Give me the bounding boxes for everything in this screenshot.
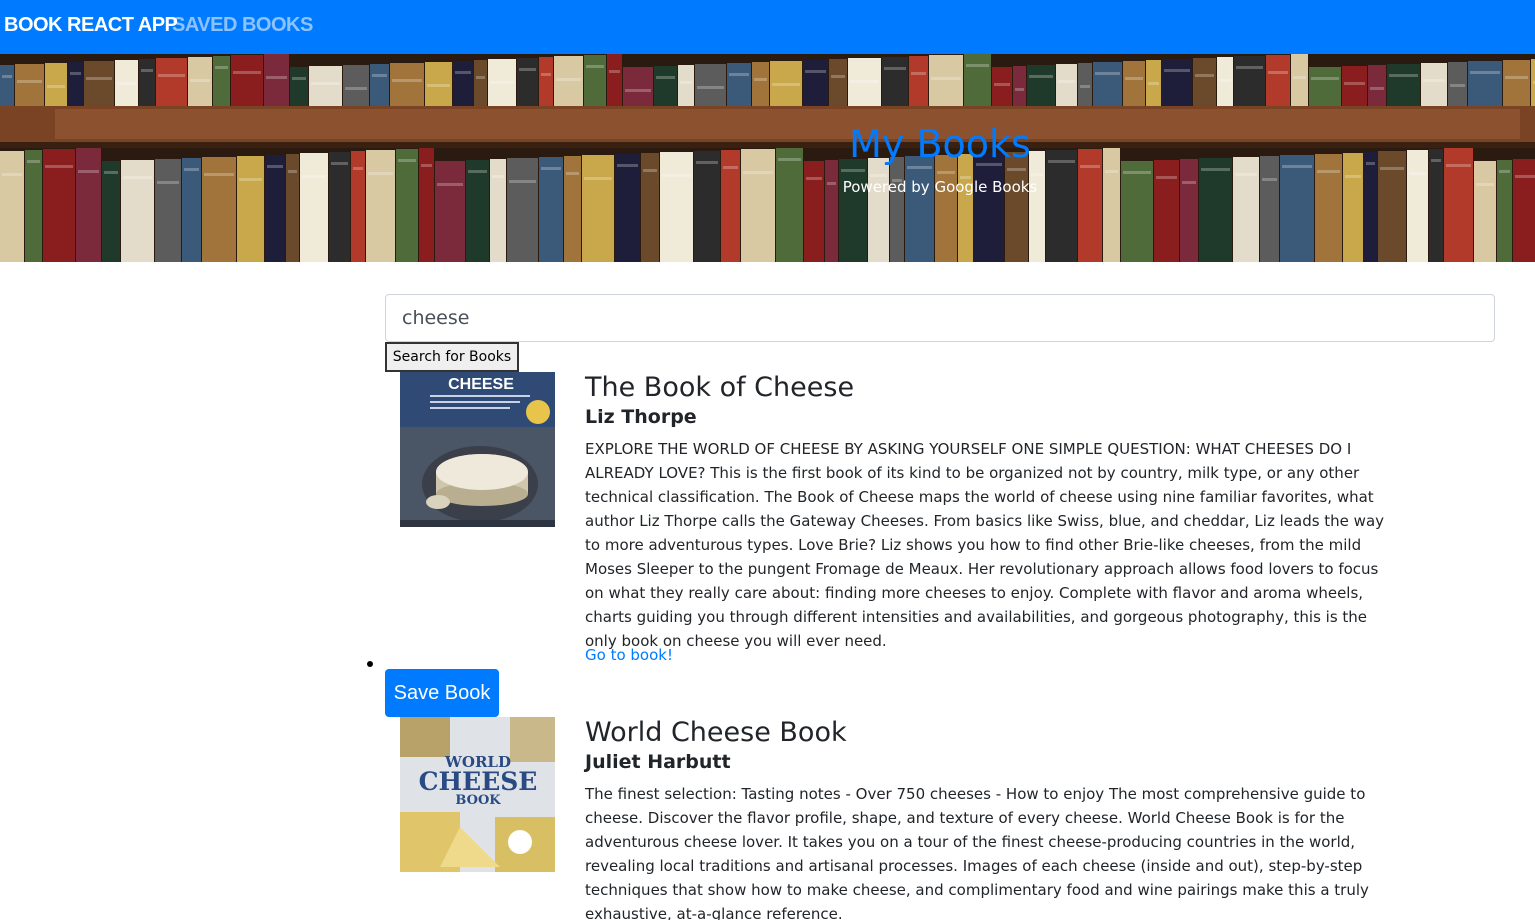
navbar: BOOK REACT APP SAVED BOOKS: [0, 0, 1535, 54]
book-title: The Book of Cheese: [585, 372, 855, 403]
book-author: Liz Thorpe: [585, 406, 697, 428]
hero-title: My Books: [849, 122, 1031, 166]
brand-link[interactable]: BOOK REACT APP: [4, 14, 178, 37]
book-title: World Cheese Book: [585, 717, 847, 748]
book-author: Juliet Harbutt: [585, 751, 731, 773]
book-cover-image: CHEESE: [400, 372, 555, 527]
save-book-button[interactable]: Save Book: [385, 669, 499, 717]
cover-title-main: CHEESE: [419, 767, 538, 796]
search-input[interactable]: [385, 294, 1495, 342]
book-cover-image: WORLD CHEESE BOOK: [400, 717, 555, 872]
cover-title-bottom: BOOK: [455, 793, 501, 808]
book-description: The finest selection: Tasting notes - Ov…: [585, 785, 1369, 920]
cover-title: CHEESE: [448, 376, 514, 393]
go-to-book-link[interactable]: Go to book!: [585, 646, 673, 664]
hero-subtitle: Powered by Google Books: [842, 178, 1038, 196]
search-button[interactable]: Search for Books: [385, 342, 519, 372]
saved-books-link[interactable]: SAVED BOOKS: [172, 14, 313, 37]
book-description: EXPLORE THE WORLD OF CHEESE BY ASKING YO…: [585, 440, 1385, 650]
list-bullet: [367, 661, 373, 667]
hero-banner: My Books Powered by Google Books: [0, 54, 1535, 262]
